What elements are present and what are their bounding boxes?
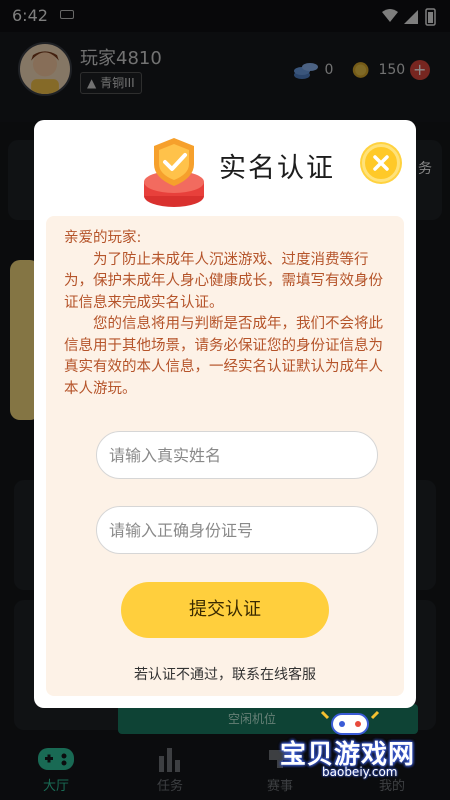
id-field[interactable] bbox=[96, 506, 378, 554]
notice-paragraph-1: 为了防止未成年人沉迷游戏、过度消费等行为，保护未成年人身心健康成长，需填写有效身… bbox=[64, 251, 383, 311]
site-watermark: 宝贝游戏网 baobeiy.com bbox=[270, 708, 440, 788]
real-name-input[interactable] bbox=[109, 442, 367, 468]
side-peek-text: 务 bbox=[418, 161, 432, 177]
submit-verification-button[interactable]: 提交认证 bbox=[121, 582, 329, 638]
real-name-auth-dialog: 实名认证 亲爱的玩家: 为了防止未成年人沉迷游戏、过度消费等行为，保护未成年人身… bbox=[34, 120, 416, 708]
close-button[interactable] bbox=[362, 144, 400, 182]
notice-text: 亲爱的玩家: 为了防止未成年人沉迷游戏、过度消费等行为，保护未成年人身心健康成长… bbox=[64, 228, 392, 400]
id-number-input[interactable] bbox=[109, 517, 367, 543]
contact-support-link[interactable]: 若认证不通过，联系在线客服 bbox=[34, 664, 416, 684]
notice-paragraph-2: 您的信息将用与判断是否成年，我们不会将此信息用于其他场景，请务必保证您的身份证信… bbox=[64, 316, 383, 397]
dialog-title: 实名认证 bbox=[219, 153, 335, 184]
verified-shield-icon bbox=[144, 138, 204, 207]
notice-panel: 亲爱的玩家: 为了防止未成年人沉迷游戏、过度消费等行为，保护未成年人身心健康成长… bbox=[46, 216, 404, 696]
name-field[interactable] bbox=[96, 431, 378, 479]
notice-greeting: 亲爱的玩家: bbox=[64, 230, 142, 246]
watermark-url: baobeiy.com bbox=[322, 765, 398, 779]
close-icon bbox=[373, 155, 389, 171]
